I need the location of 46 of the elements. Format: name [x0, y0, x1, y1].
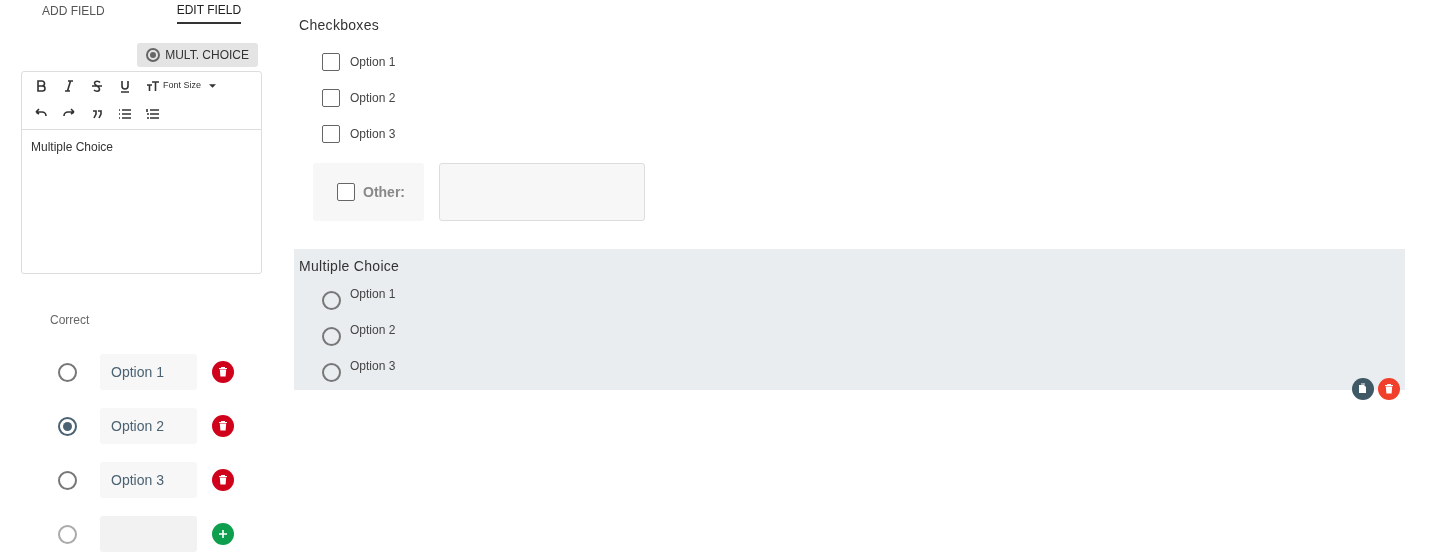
radio-button[interactable] — [322, 327, 341, 346]
option-field[interactable]: Option 3 — [100, 462, 197, 498]
option-field[interactable]: Option 2 — [100, 408, 197, 444]
radio-button[interactable] — [58, 524, 77, 544]
radio-button[interactable] — [58, 362, 77, 382]
add-icon[interactable] — [212, 523, 234, 545]
correct-label: Correct — [50, 312, 91, 329]
option-label: Option 2 — [350, 322, 396, 339]
checkbox[interactable] — [322, 89, 340, 107]
strikethrough-icon[interactable] — [90, 79, 104, 93]
option-field[interactable]: Option 1 — [100, 354, 197, 390]
delete-icon[interactable] — [212, 415, 234, 437]
bold-icon[interactable] — [34, 79, 48, 93]
italic-icon[interactable] — [62, 79, 76, 93]
caret-icon — [209, 84, 217, 88]
other-label: Other: — [363, 182, 405, 202]
delete-icon[interactable] — [212, 361, 234, 383]
option-label: Option 2 — [350, 90, 396, 107]
font-size-icon[interactable] — [146, 79, 160, 93]
tab[interactable]: EDIT FIELD — [176, 0, 242, 24]
numbered-list-icon[interactable] — [146, 107, 160, 121]
other-text-field[interactable] — [439, 163, 645, 221]
radio-button[interactable] — [322, 363, 341, 382]
delete-icon[interactable] — [212, 469, 234, 491]
checkbox[interactable] — [337, 183, 355, 201]
delete-icon[interactable] — [1378, 378, 1400, 400]
option-label: Option 3 — [350, 126, 396, 143]
radio-button[interactable] — [58, 470, 77, 490]
tab[interactable]: ADD FIELD — [42, 0, 105, 24]
radio-button[interactable] — [58, 416, 77, 436]
font-size-dropdown[interactable]: Font Size — [163, 79, 217, 93]
copy-icon[interactable] — [1352, 378, 1374, 400]
checkbox[interactable] — [322, 53, 340, 71]
field-title: Checkboxes — [299, 16, 381, 35]
editor-text[interactable]: Multiple Choice — [22, 130, 261, 156]
underline-icon[interactable] — [118, 79, 132, 93]
option-label: Option 1 — [350, 54, 396, 71]
quote-icon[interactable] — [90, 107, 104, 121]
bulleted-list-icon[interactable] — [118, 107, 132, 121]
field-type-badge: MULT. CHOICE — [137, 43, 258, 67]
option-label: Option 1 — [350, 286, 396, 303]
radio-icon — [146, 48, 161, 62]
option-label: Option 3 — [350, 358, 396, 375]
radio-button[interactable] — [322, 291, 341, 310]
field-title: Multiple Choice — [299, 257, 401, 276]
checkbox[interactable] — [322, 125, 340, 143]
